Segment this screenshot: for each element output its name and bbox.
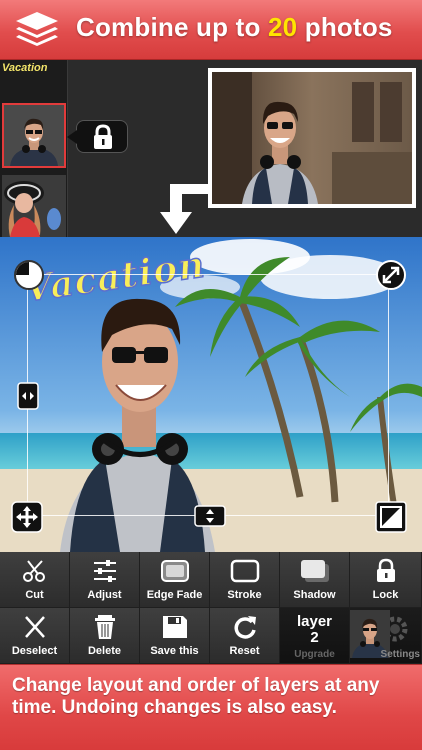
layers-icon [16, 12, 58, 46]
selection-frame [27, 274, 389, 516]
thumbnail-woman[interactable] [2, 175, 66, 237]
settings-label: Settings [380, 649, 420, 660]
upgrade-label: Upgrade [294, 649, 335, 660]
edge-fade-icon [161, 560, 189, 582]
deselect-button[interactable]: Deselect [0, 608, 70, 664]
shadow-icon [301, 560, 329, 582]
shadow-button[interactable]: Shadow [280, 552, 350, 608]
vertical-resize-handle-icon[interactable] [194, 505, 226, 527]
move-handle-icon[interactable] [11, 501, 43, 533]
edge-fade-button[interactable]: Edge Fade [140, 552, 210, 608]
skew-handle-icon[interactable] [375, 501, 407, 533]
cut-button[interactable]: Cut [0, 552, 70, 608]
save-this-button[interactable]: Save this [140, 608, 210, 664]
footer-caption: Change layout and order of layers at any… [12, 675, 380, 718]
editor-area: Vacation Vacation [0, 60, 422, 552]
reset-icon [234, 616, 256, 639]
layer-indicator[interactable]: layer 2 Upgrade [280, 608, 350, 664]
delete-button[interactable]: Delete [70, 608, 140, 664]
banner-title: Combine up to 20 photos [76, 12, 393, 42]
adjust-button[interactable]: Adjust [70, 552, 140, 608]
close-icon [25, 616, 45, 638]
layer-number: 2 [310, 629, 319, 646]
reset-button[interactable]: Reset [210, 608, 280, 664]
save-icon [163, 616, 187, 638]
rotate-handle-icon[interactable] [13, 259, 45, 291]
settings-button[interactable]: Settings [350, 608, 422, 664]
layer-label: layer [296, 613, 333, 630]
scissors-icon [23, 560, 45, 582]
horizontal-resize-handle-icon[interactable] [17, 382, 39, 410]
lock-button[interactable]: Lock [350, 552, 422, 608]
trash-icon [95, 615, 115, 639]
arrow-down-icon [160, 184, 208, 234]
photo-count: 20 [268, 12, 298, 42]
thumbnail-text-layer[interactable]: Vacation [2, 62, 47, 74]
source-photo-preview [208, 68, 416, 208]
lock-icon [94, 124, 112, 149]
stroke-icon [230, 559, 260, 583]
stroke-button[interactable]: Stroke [210, 552, 280, 608]
tool-bar: Cut Adjust Edge Fade Stroke Shadow Lock … [0, 552, 422, 664]
thumbnail-man[interactable] [2, 103, 66, 168]
header-banner: Combine up to 20 photos [0, 0, 422, 60]
lock-icon [377, 558, 395, 582]
sliders-icon [94, 560, 116, 582]
lock-tooltip [67, 120, 128, 153]
footer-banner: Change layout and order of layers at any… [0, 664, 422, 750]
resize-handle-icon[interactable] [375, 259, 407, 291]
